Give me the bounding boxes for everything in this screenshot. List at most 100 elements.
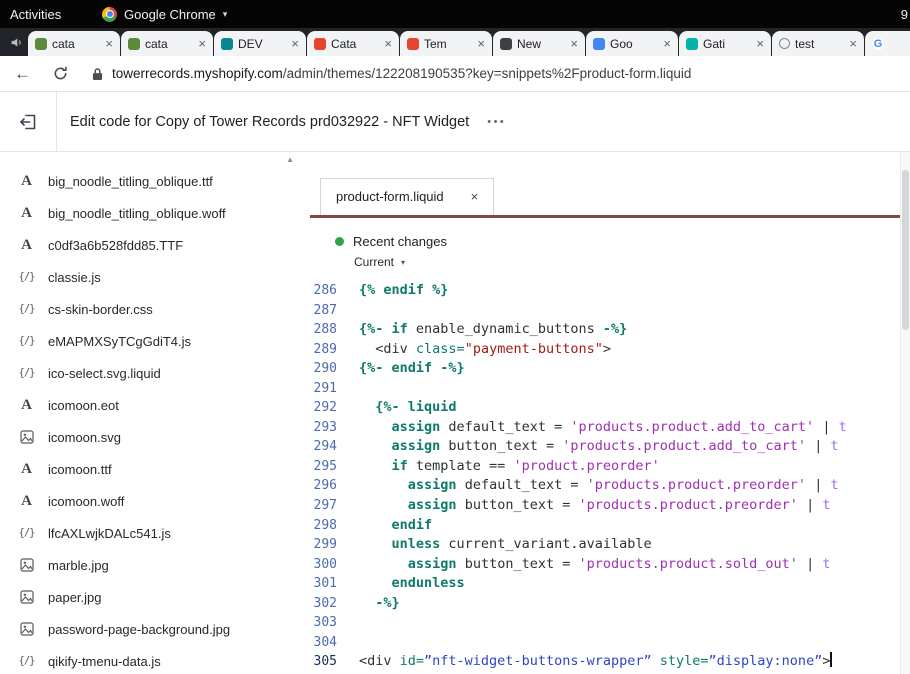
code-line[interactable]: 293 assign default_text = 'products.prod…	[310, 418, 910, 438]
browser-tab[interactable]: Tem×	[400, 31, 492, 56]
file-item[interactable]: Abig_noodle_titling_oblique.ttf	[0, 165, 310, 197]
url-path: /admin/themes/122208190535?key=snippets%…	[283, 66, 692, 81]
screen: Activities Google Chrome ▾ 9 cata×cata×D…	[0, 0, 910, 674]
tab-label: Cata	[331, 37, 379, 51]
file-item[interactable]: Aicomoon.eot	[0, 389, 310, 421]
tab-label: cata	[145, 37, 193, 51]
version-dropdown[interactable]: Current ▾	[354, 255, 910, 269]
browser-tab[interactable]: Cata ×	[307, 31, 399, 56]
code-line[interactable]: 294 assign button_text = 'products.produ…	[310, 437, 910, 457]
line-number: 301	[310, 574, 350, 594]
code-line[interactable]: 297 assign button_text = 'products.produ…	[310, 496, 910, 516]
file-item[interactable]: Aicomoon.woff	[0, 485, 310, 517]
file-item[interactable]: Aicomoon.ttf	[0, 453, 310, 485]
exit-code-editor-button[interactable]	[0, 92, 57, 151]
file-item[interactable]: {/}classie.js	[0, 261, 310, 293]
code-line[interactable]: 301 endunless	[310, 574, 910, 594]
file-item[interactable]: {/}cs-skin-border.css	[0, 293, 310, 325]
tab-close-icon[interactable]: ×	[756, 36, 764, 51]
tab-close-icon[interactable]: ×	[663, 36, 671, 51]
line-number: 293	[310, 418, 350, 438]
code-line[interactable]: 303	[310, 613, 910, 633]
code-line[interactable]: 299 unless current_variant.available	[310, 535, 910, 555]
tabs: cata×cata×DEV×Cata×Tem×New×Goo×Gati×test…	[28, 28, 910, 56]
code-file-icon: {/}	[18, 336, 35, 347]
browser-tab[interactable]: Goo×	[586, 31, 678, 56]
code-text: <div id=”nft-widget-buttons-wrapper” sty…	[350, 652, 832, 672]
code-line[interactable]: 287	[310, 301, 910, 321]
tab-close-icon[interactable]: ×	[198, 36, 206, 51]
file-item[interactable]: Abig_noodle_titling_oblique.woff	[0, 197, 310, 229]
tab-close-icon[interactable]: ×	[384, 36, 392, 51]
tab-close-icon[interactable]: ×	[570, 36, 578, 51]
file-item[interactable]: {/}eMAPMXSyTCgGdiT4.js	[0, 325, 310, 357]
tab-close-icon[interactable]: ×	[849, 36, 857, 51]
code-line[interactable]: 292 {%- liquid	[310, 398, 910, 418]
line-number: 304	[310, 633, 350, 653]
browser-tab[interactable]: cata ×	[121, 31, 213, 56]
line-number: 286	[310, 281, 350, 301]
line-number: 297	[310, 496, 350, 516]
file-item[interactable]: marble.jpg	[0, 549, 310, 581]
tab-close-icon[interactable]: ×	[477, 36, 485, 51]
file-item[interactable]: paper.jpg	[0, 581, 310, 613]
browser-tab[interactable]: New ×	[493, 31, 585, 56]
code-line[interactable]: 304	[310, 633, 910, 653]
code-line[interactable]: 289 <div class="payment-buttons">	[310, 340, 910, 360]
file-item[interactable]: {/}qikify-tmenu-data.js	[0, 645, 310, 674]
reload-button[interactable]	[53, 66, 68, 81]
image-file-icon	[18, 622, 35, 636]
more-options-button[interactable]: •••	[487, 116, 506, 128]
file-item[interactable]: icomoon.svg	[0, 421, 310, 453]
image-file-icon	[18, 430, 35, 444]
tab-close-icon[interactable]: ×	[291, 36, 299, 51]
clock[interactable]: 9	[901, 7, 908, 22]
code-line[interactable]: 298 endif	[310, 516, 910, 536]
code-line[interactable]: 290{%- endif -%}	[310, 359, 910, 379]
file-name: password-page-background.jpg	[48, 622, 230, 637]
recent-changes-dot	[335, 237, 344, 246]
file-item[interactable]: {/}ico-select.svg.liquid	[0, 357, 310, 389]
tab-favicon	[593, 38, 605, 50]
font-file-icon: A	[18, 238, 35, 253]
browser-tab[interactable]: test×	[772, 31, 864, 56]
code-line[interactable]: 296 assign default_text = 'products.prod…	[310, 476, 910, 496]
code-file-icon: {/}	[18, 368, 35, 379]
tab-favicon: G	[872, 38, 884, 50]
file-tab[interactable]: product-form.liquid ×	[320, 178, 494, 215]
browser-tab[interactable]: cata×	[28, 31, 120, 56]
file-item[interactable]: password-page-background.jpg	[0, 613, 310, 645]
audio-speaker-icon[interactable]	[10, 36, 23, 49]
file-tab-close-icon[interactable]: ×	[471, 189, 479, 204]
chrome-icon	[102, 7, 117, 22]
code-line[interactable]: 302 -%}	[310, 594, 910, 614]
chrome-app-menu[interactable]: Google Chrome ▾	[102, 7, 227, 22]
browser-tab[interactable]: DEV×	[214, 31, 306, 56]
address-bar[interactable]: towerrecords.myshopify.com/admin/themes/…	[92, 66, 910, 81]
code-line[interactable]: 288{%- if enable_dynamic_buttons -%}	[310, 320, 910, 340]
code-line[interactable]: 295 if template == 'product.preorder'	[310, 457, 910, 477]
activities-button[interactable]: Activities	[10, 7, 61, 22]
image-file-icon	[18, 558, 35, 572]
file-name: paper.jpg	[48, 590, 102, 605]
code-line[interactable]: 286{% endif %}	[310, 281, 910, 301]
code-line[interactable]: 300 assign button_text = 'products.produ…	[310, 555, 910, 575]
scrollbar-thumb[interactable]	[902, 170, 909, 330]
file-item[interactable]: Ac0df3a6b528fdd85.TTF	[0, 229, 310, 261]
browser-toolbar: ← towerrecords.myshopify.com/admin/theme…	[0, 56, 910, 92]
scroll-up-arrow[interactable]: ▲	[286, 155, 294, 164]
browser-tab[interactable]: G×	[865, 31, 910, 56]
code-text: {% endif %}	[350, 281, 448, 301]
code-text: {%- if enable_dynamic_buttons -%}	[350, 320, 627, 340]
code-editor[interactable]: 286{% endif %}287288{%- if enable_dynami…	[310, 281, 910, 672]
browser-tab[interactable]: Gati×	[679, 31, 771, 56]
tab-label: New	[517, 37, 565, 51]
back-button[interactable]: ←	[14, 64, 31, 84]
code-line[interactable]: 305<div id=”nft-widget-buttons-wrapper” …	[310, 652, 910, 672]
tab-favicon	[407, 38, 419, 50]
file-item[interactable]: {/}lfcAXLwjkDALc541.js	[0, 517, 310, 549]
file-name: marble.jpg	[48, 558, 109, 573]
tab-close-icon[interactable]: ×	[105, 36, 113, 51]
code-line[interactable]: 291	[310, 379, 910, 399]
page-scrollbar[interactable]	[900, 152, 910, 674]
